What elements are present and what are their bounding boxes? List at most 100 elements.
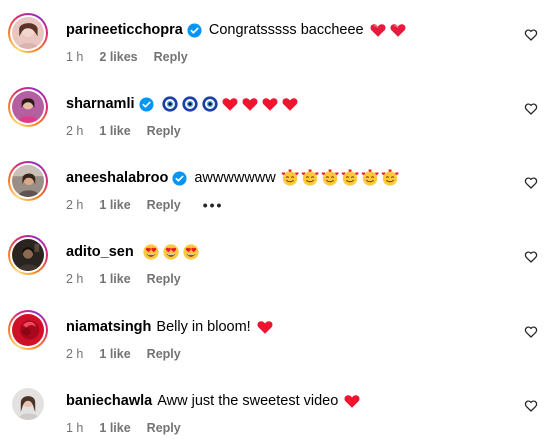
smiling-face-with-hearts-icon [361, 169, 379, 187]
comment-line: niamatsingh Belly in bloom! [66, 317, 274, 337]
reply-button[interactable]: Reply [147, 124, 181, 138]
comment-text: Aww just the sweetest video [157, 393, 339, 409]
comment-time[interactable]: 1 h [66, 50, 83, 64]
avatar[interactable] [12, 165, 44, 197]
comment-line: adito_sen [66, 242, 200, 262]
comment-emojis [256, 318, 274, 336]
verified-badge-icon [172, 170, 187, 186]
comment-likes-count[interactable]: 1 like [99, 347, 130, 361]
comment-line: parineeticchopra Congratsssss baccheee [66, 20, 407, 40]
comment-list: parineeticchopra Congratsssss baccheee 1… [0, 0, 552, 448]
smiling-face-with-hearts-icon [281, 169, 299, 187]
avatar-photo-icon [12, 91, 44, 123]
comment-likes-count[interactable]: 1 like [99, 421, 130, 435]
smiling-face-with-hearts-icon [381, 169, 399, 187]
comment-emojis [142, 243, 200, 261]
red-heart-icon [281, 95, 299, 113]
reply-button[interactable]: Reply [147, 272, 181, 286]
comment-emojis [281, 169, 399, 187]
avatar[interactable] [12, 239, 44, 271]
heart-outline-icon[interactable] [524, 102, 538, 116]
comment-username[interactable]: sharnamli [66, 96, 135, 112]
more-options-button[interactable]: ••• [203, 198, 224, 212]
comment-emojis [343, 392, 361, 410]
comment-text: Congratsssss baccheee [208, 22, 364, 38]
red-heart-icon [221, 95, 239, 113]
avatar-photo-icon [12, 17, 44, 49]
comment-username[interactable]: adito_sen [66, 244, 134, 260]
comment-meta: 1 h 1 like Reply [66, 420, 181, 436]
heart-on-fire-icon [389, 21, 407, 39]
comment-time[interactable]: 2 h [66, 124, 83, 138]
nazar-amulet-icon [161, 95, 179, 113]
red-heart-icon [261, 95, 279, 113]
comment-likes-count[interactable]: 1 like [99, 198, 130, 212]
comment-username[interactable]: parineeticchopra [66, 22, 183, 38]
avatar-story-ring[interactable] [8, 13, 48, 53]
comment-line: aneeshalabroo awwwwwww [66, 168, 399, 188]
avatar[interactable] [12, 91, 44, 123]
comment-time[interactable]: 2 h [66, 272, 83, 286]
reply-button[interactable]: Reply [147, 347, 181, 361]
verified-badge-icon [187, 22, 202, 38]
heart-outline-icon[interactable] [524, 325, 538, 339]
comment-meta: 1 h 2 likes Reply [66, 49, 188, 65]
heart-on-fire-icon [369, 21, 387, 39]
comment-text: awwwwwww [194, 170, 276, 186]
heart-outline-icon[interactable] [524, 399, 538, 413]
comment-item: adito_sen 2 h 1 like Reply [0, 222, 552, 296]
avatar[interactable] [12, 388, 44, 420]
smiling-face-with-hearts-icon [321, 169, 339, 187]
heart-outline-icon[interactable] [524, 28, 538, 42]
red-heart-icon [256, 318, 274, 336]
comment-username[interactable]: aneeshalabroo [66, 170, 168, 186]
comment-emojis [369, 21, 407, 39]
smiling-face-with-hearts-icon [341, 169, 359, 187]
comment-item: baniechawla Aww just the sweetest video … [0, 371, 552, 445]
heart-eyes-icon [142, 243, 160, 261]
comment-item: parineeticchopra Congratsssss baccheee 1… [0, 0, 552, 74]
heart-eyes-icon [182, 243, 200, 261]
comment-likes-count[interactable]: 1 like [99, 272, 130, 286]
comment-meta: 2 h 1 like Reply [66, 123, 181, 139]
avatar-story-ring[interactable] [8, 87, 48, 127]
comment-username[interactable]: niamatsingh [66, 319, 151, 335]
comment-likes-count[interactable]: 2 likes [99, 50, 137, 64]
avatar-photo-icon [12, 314, 44, 346]
avatar-photo-icon [12, 165, 44, 197]
comment-item: niamatsingh Belly in bloom! 2 h 1 like R… [0, 297, 552, 371]
smiling-face-with-hearts-icon [301, 169, 319, 187]
heart-eyes-icon [162, 243, 180, 261]
comment-line: sharnamli [66, 94, 299, 114]
avatar-story-ring[interactable] [8, 310, 48, 350]
avatar-photo-icon [12, 388, 44, 420]
comment-meta: 2 h 1 like Reply ••• [66, 197, 223, 213]
comment-time[interactable]: 1 h [66, 421, 83, 435]
comment-line: baniechawla Aww just the sweetest video [66, 391, 361, 411]
avatar[interactable] [12, 314, 44, 346]
comment-likes-count[interactable]: 1 like [99, 124, 130, 138]
avatar-story-ring[interactable] [8, 161, 48, 201]
avatar[interactable] [12, 17, 44, 49]
heart-outline-icon[interactable] [524, 176, 538, 190]
comment-item: sharnamli 2 h 1 like Reply [0, 74, 552, 148]
reply-button[interactable]: Reply [147, 421, 181, 435]
comment-item: aneeshalabroo awwwwwww 2 h 1 like Reply … [0, 148, 552, 222]
comment-meta: 2 h 1 like Reply [66, 346, 181, 362]
comment-meta: 2 h 1 like Reply [66, 271, 181, 287]
avatar-story-ring[interactable] [8, 235, 48, 275]
comment-time[interactable]: 2 h [66, 347, 83, 361]
nazar-amulet-icon [181, 95, 199, 113]
avatar-frame[interactable] [8, 384, 48, 424]
comment-username[interactable]: baniechawla [66, 393, 152, 409]
reply-button[interactable]: Reply [154, 50, 188, 64]
comment-time[interactable]: 2 h [66, 198, 83, 212]
nazar-amulet-icon [201, 95, 219, 113]
red-heart-icon [343, 392, 361, 410]
comment-emojis [161, 95, 299, 113]
heart-outline-icon[interactable] [524, 250, 538, 264]
verified-badge-icon [138, 96, 154, 112]
red-heart-icon [241, 95, 259, 113]
comment-text: Belly in bloom! [156, 319, 251, 335]
reply-button[interactable]: Reply [147, 198, 181, 212]
